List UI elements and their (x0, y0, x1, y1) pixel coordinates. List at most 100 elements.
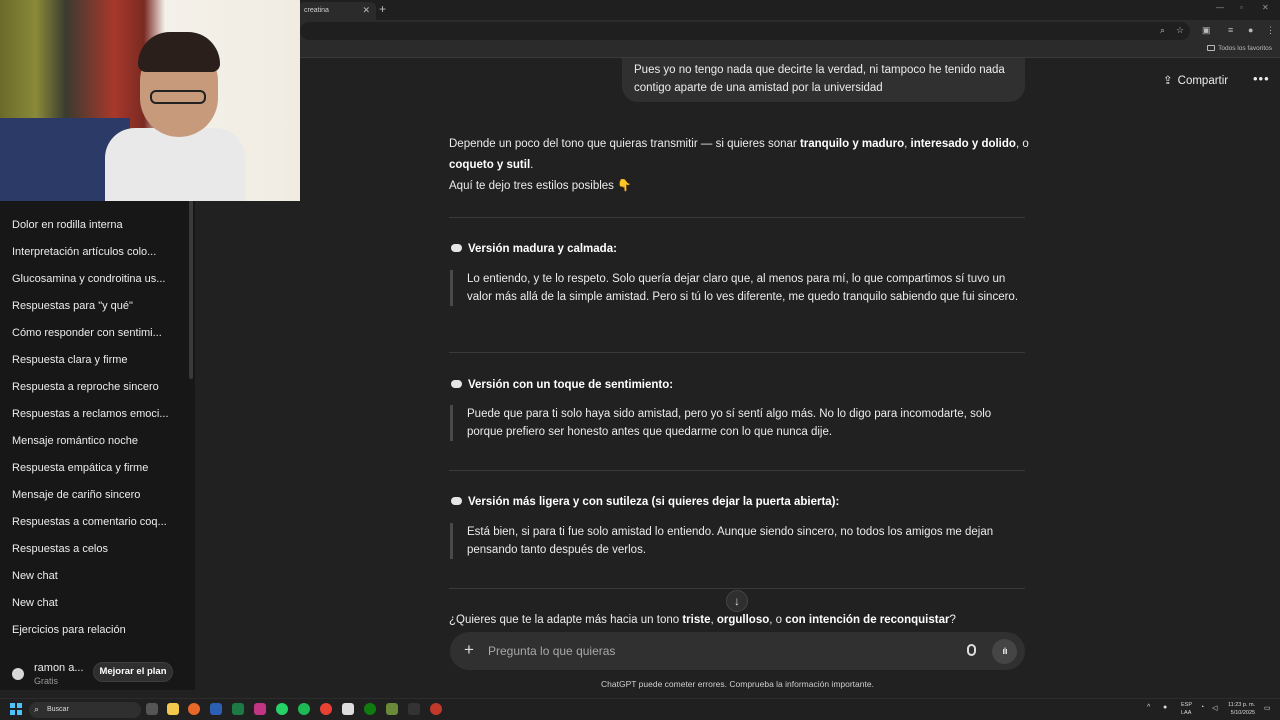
option-quote: Puede que para ti solo haya sido amistad… (450, 405, 1025, 441)
profile-icon[interactable]: ● (1248, 25, 1253, 35)
sidebar-item[interactable]: Respuestas a comentario coq... (12, 516, 167, 528)
disclaimer: ChatGPT puede cometer errores. Comprueba… (601, 679, 874, 689)
wifi-icon[interactable]: ◔ (1200, 704, 1204, 711)
closing-bold: con intención de reconquistar (785, 614, 950, 626)
language-indicator[interactable]: ESP LAA (1181, 701, 1192, 717)
sidebar-item[interactable]: Dolor en rodilla interna (12, 219, 123, 231)
closing-text: ¿Quieres que te la adapte más hacia un t… (449, 614, 683, 626)
assistant-intro: Depende un poco del tono que quieras tra… (449, 134, 1029, 197)
mic-tray-icon[interactable]: ● (1163, 704, 1167, 711)
volume-icon[interactable]: ◁ (1212, 704, 1217, 712)
share-icon: ⇪ (1163, 75, 1173, 87)
lang-bottom: LAA (1181, 710, 1192, 716)
sidebar-item[interactable]: Respuesta empática y firme (12, 462, 148, 474)
voice-mode-icon[interactable]: ıIı (992, 639, 1017, 664)
more-options-icon[interactable]: ••• (1253, 71, 1270, 86)
store-icon[interactable] (342, 703, 354, 715)
divider (449, 217, 1025, 218)
webcam-person-hair (138, 32, 220, 72)
sidebar-item[interactable]: Interpretación artículos colo... (12, 246, 156, 258)
intro-text: Depende un poco del tono que quieras tra… (449, 138, 800, 150)
sidebar-item[interactable]: Cómo responder con sentimi... (12, 327, 162, 339)
webcam-person-shirt (105, 128, 245, 201)
search-icon: ⌕ (34, 704, 40, 714)
sidebar-item[interactable]: Mensaje de cariño sincero (12, 489, 140, 501)
chevron-up-icon[interactable]: ^ (1147, 704, 1150, 711)
closing-bold: orgulloso (716, 614, 770, 626)
close-window-icon[interactable]: ✕ (1262, 3, 1269, 12)
browser-menu-icon[interactable]: ⋮ (1266, 25, 1275, 36)
task-view-icon[interactable] (146, 703, 158, 715)
browser-tab[interactable]: creatina ✕ (298, 2, 376, 20)
extensions-icon[interactable]: ▣ (1202, 25, 1211, 36)
closing-bold: triste (682, 614, 711, 626)
sidebar-item[interactable]: Ejercicios para relación (12, 624, 126, 636)
chrome-icon[interactable] (320, 703, 332, 715)
clock-date: 5/10/2025 (1230, 710, 1256, 716)
webcam-overlay (0, 0, 300, 201)
instagram-icon[interactable] (254, 703, 266, 715)
maximize-icon[interactable]: ▫ (1240, 3, 1243, 12)
bookmarks-label: Todos los favoritos (1218, 45, 1272, 52)
spotify-icon[interactable] (298, 703, 310, 715)
tab-title: creatina (304, 7, 329, 14)
microphone-icon[interactable] (967, 644, 976, 656)
option-heading-text: Versión más ligera y con sutileza (si qu… (468, 496, 840, 508)
zoom-icon[interactable]: ⌕ (1160, 25, 1165, 36)
sidebar-item[interactable]: Respuestas a celos (12, 543, 108, 555)
taskbar-search[interactable]: ⌕ Buscar (29, 702, 141, 718)
firefox-icon[interactable] (188, 703, 200, 715)
minimize-icon[interactable]: — (1216, 3, 1224, 12)
intro-bold: interesado y dolido (910, 138, 1016, 150)
intro-text: . (530, 159, 534, 171)
whatsapp-icon[interactable] (276, 703, 288, 715)
windows-start-icon[interactable] (10, 703, 22, 715)
share-button[interactable]: ⇪ Compartir (1163, 73, 1228, 87)
sidebar-item[interactable]: Glucosamina y condroitina us... (12, 273, 165, 285)
sidebar-item[interactable]: Mensaje romántico noche (12, 435, 138, 447)
sidebar-item[interactable]: Respuesta a reproche sincero (12, 381, 159, 393)
obs-icon[interactable] (430, 703, 442, 715)
xbox-icon[interactable] (364, 703, 376, 715)
media-icon[interactable]: ≡ (1228, 25, 1233, 35)
clock-time: 11:23 p. m. (1228, 702, 1256, 708)
speech-bubble-icon (451, 497, 462, 505)
option-heading: Versión madura y calmada: (451, 243, 617, 255)
word-icon[interactable] (210, 703, 222, 715)
closing-text: ? (949, 614, 956, 626)
sidebar-item[interactable]: New chat (12, 597, 58, 609)
star-icon[interactable]: ☆ (1176, 25, 1184, 36)
minecraft-icon[interactable] (386, 703, 398, 715)
sidebar-item[interactable]: New chat (12, 570, 58, 582)
option-quote: Está bien, si para ti fue solo amistad l… (450, 523, 1025, 559)
folder-icon (1207, 45, 1216, 51)
search-label: Buscar (47, 706, 69, 713)
user-plan: Gratis (34, 676, 59, 686)
user-menu[interactable]: ramon a... Gratis Mejorar el plan (0, 656, 195, 690)
speech-bubble-icon (451, 380, 462, 388)
upgrade-plan-button[interactable]: Mejorar el plan (93, 662, 173, 682)
sidebar-item[interactable]: Respuesta clara y firme (12, 354, 128, 366)
option-quote: Lo entiendo, y te lo respeto. Solo querí… (450, 270, 1025, 306)
new-tab-icon[interactable]: + (379, 2, 386, 16)
plus-icon[interactable]: + (464, 640, 474, 660)
tab-close-icon[interactable]: ✕ (362, 5, 370, 16)
url-field[interactable] (300, 22, 1190, 40)
sidebar-item[interactable]: Respuestas a reclamos emoci... (12, 408, 169, 420)
option-heading: Versión con un toque de sentimiento: (451, 379, 673, 391)
excel-icon[interactable] (232, 703, 244, 715)
prompt-input[interactable] (488, 641, 938, 661)
clock[interactable]: 11:23 p. m. 5/10/2025 (1228, 701, 1255, 717)
user-message: Pues yo no tengo nada que decirte la ver… (622, 58, 1025, 102)
share-label: Compartir (1177, 75, 1229, 87)
file-explorer-icon[interactable] (167, 703, 179, 715)
app-icon[interactable] (408, 703, 420, 715)
option-heading-text: Versión madura y calmada: (468, 243, 617, 255)
divider (449, 470, 1025, 471)
intro-line2: Aquí te dejo tres estilos posibles 👇 (449, 180, 632, 192)
arrow-down-icon[interactable]: ↓ (726, 590, 748, 612)
sidebar-item[interactable]: Respuestas para "y qué" (12, 300, 133, 312)
sidebar-scrollbar[interactable] (189, 183, 193, 379)
notification-icon[interactable]: ▭ (1264, 704, 1271, 712)
all-bookmarks-button[interactable]: Todos los favoritos (1207, 45, 1272, 52)
